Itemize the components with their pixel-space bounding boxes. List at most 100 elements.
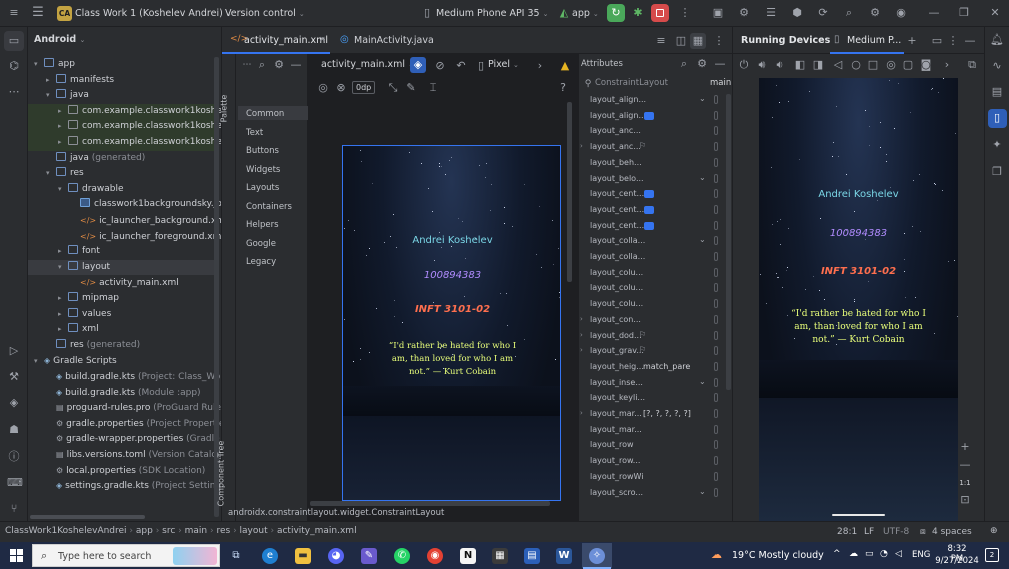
account-icon[interactable]: ◉ [894, 6, 908, 20]
attribute-resource-picker[interactable] [714, 220, 718, 230]
chevron-right-icon[interactable]: ▸ [46, 73, 56, 89]
chevron-right-icon[interactable]: ▸ [58, 291, 68, 307]
tab-more-icon[interactable]: ⋮ [712, 34, 726, 48]
device-tab[interactable]: ▯ Medium P... [830, 27, 904, 54]
tree-item[interactable]: ▤ libs.versions.toml (Version Catalog [28, 447, 221, 463]
flag-icon[interactable]: ⚐ [639, 141, 646, 150]
input-language[interactable]: ENG [912, 550, 930, 560]
notion-icon[interactable]: N [460, 548, 476, 564]
code-view-icon[interactable]: ≡ [654, 34, 668, 48]
tree-item[interactable]: ▸ com.example.classwork1koshelev [28, 135, 221, 151]
hidden-icons-chevron-icon[interactable]: ^ [833, 549, 841, 559]
tree-item[interactable]: ▸ com.example.classwork1koshelev [28, 119, 221, 135]
design-surface-button[interactable]: ◈ [410, 57, 426, 73]
blueprint-icon[interactable]: ⊘ [433, 59, 447, 73]
more-actions-icon[interactable]: ⋮ [678, 6, 692, 20]
attributes-settings-icon[interactable]: ⚙ [695, 57, 709, 71]
attributes-scrollbar[interactable] [726, 94, 731, 390]
tree-item[interactable]: ◈ settings.gradle.kts (Project Settings [28, 478, 221, 494]
breadcrumb-segment[interactable]: layout [240, 526, 268, 536]
caret-position[interactable]: 28:1 [837, 527, 857, 537]
chevron-down-icon[interactable]: ▾ [46, 88, 56, 104]
attribute-resource-picker[interactable] [714, 330, 718, 340]
emulator-screen[interactable]: Andrei Koshelev 100894383 INFT 3101-02 “… [759, 78, 958, 521]
tab-close-icon[interactable]: ✕ [319, 35, 326, 44]
device-mirror-icon[interactable]: ❐ [990, 165, 1004, 179]
attribute-resource-picker[interactable] [714, 283, 718, 293]
attribute-resource-picker[interactable] [714, 142, 718, 152]
attribute-resource-picker[interactable] [714, 173, 718, 183]
chevron-right-icon[interactable]: ▸ [58, 244, 68, 260]
palette-category[interactable]: Legacy [246, 257, 276, 267]
canvas-hscrollbar[interactable] [310, 501, 550, 506]
settings-gear-icon[interactable]: ⚙ [868, 6, 882, 20]
design-view-button[interactable]: ▦ [690, 33, 706, 49]
palette-settings-icon[interactable]: ⚙ [272, 58, 286, 72]
attribute-checkbox-checked[interactable] [644, 190, 654, 199]
whatsapp-icon[interactable]: ✆ [394, 548, 410, 564]
chevron-right-icon[interactable]: › [580, 331, 583, 339]
breadcrumb-segment[interactable]: res [216, 526, 230, 536]
windows-menu-icon[interactable]: ≡ [7, 6, 21, 20]
camera-icon[interactable]: ◙ [919, 58, 933, 72]
attribute-resource-picker[interactable] [714, 424, 718, 434]
screenshot-icon[interactable]: ▢ [901, 58, 915, 72]
gemini-icon[interactable]: ✦ [990, 138, 1004, 152]
tab-activity-main[interactable]: </> activity_main.xml ✕ [222, 27, 330, 54]
logcat-tool-icon[interactable]: ☗ [7, 423, 21, 437]
pen-app-icon[interactable]: ✎ [361, 548, 377, 564]
snapshot-icon[interactable]: ◎ [884, 58, 898, 72]
tree-item[interactable]: ⚙gradle-wrapper.properties (Gradle V [28, 431, 221, 447]
attribute-resource-picker[interactable] [714, 126, 718, 136]
orientation-icon[interactable]: ↶ [454, 59, 468, 73]
chevron-right-icon[interactable]: ▸ [58, 104, 68, 120]
attribute-resource-picker[interactable] [714, 377, 718, 387]
add-device-icon[interactable]: + [905, 34, 919, 48]
tree-item[interactable]: java (generated) [28, 151, 214, 167]
tree-item[interactable]: ▸ manifests [28, 73, 214, 89]
attribute-resource-picker[interactable] [714, 471, 718, 481]
component-breadcrumb[interactable]: androidx.constraintlayout.widget.Constra… [228, 508, 444, 518]
chevron-right-icon[interactable]: ▸ [58, 135, 68, 151]
attribute-resource-picker[interactable] [714, 110, 718, 120]
chevron-down-icon[interactable]: ▾ [34, 57, 44, 73]
attributes-search-icon[interactable]: ⌕ [677, 57, 691, 71]
breadcrumb-segment[interactable]: activity_main.xml [277, 526, 357, 536]
home-icon[interactable]: ○ [849, 58, 863, 72]
chevron-down-icon[interactable]: ▾ [58, 260, 68, 276]
tab-main-activity[interactable]: ◎ MainActivity.java [330, 27, 445, 54]
taskbar-search-box[interactable]: ⌕ Type here to search [32, 544, 220, 567]
chevron-right-icon[interactable]: › [580, 315, 583, 323]
palette-category[interactable]: Layouts [246, 183, 279, 193]
palette-category[interactable]: Buttons [246, 146, 279, 156]
tree-item[interactable]: ▾ ◈ Gradle Scripts [28, 353, 214, 369]
tree-item[interactable]: ⚙ gradle.properties (Project Properties [28, 416, 221, 432]
tree-item[interactable]: ▤ proguard-rules.pro (ProGuard Rules [28, 400, 221, 416]
split-view-icon[interactable]: ◫ [674, 34, 688, 48]
chevron-right-icon[interactable]: › [580, 142, 583, 150]
guidelines-icon[interactable]: ⌶ [426, 81, 440, 95]
attribute-resource-picker[interactable] [714, 456, 718, 466]
zoom-level[interactable]: 1:1 [958, 479, 972, 487]
attribute-resource-picker[interactable] [714, 409, 718, 418]
problems-icon[interactable]: ⓘ [7, 450, 21, 464]
running-devices-tool-button[interactable]: ▯ [988, 109, 1007, 128]
chevron-right-icon[interactable]: › [533, 59, 547, 73]
tree-item[interactable]: ▸ font [28, 244, 214, 260]
tree-item[interactable]: ▸ xml [28, 322, 214, 338]
indent-setting[interactable]: 4 spaces [932, 527, 972, 537]
infer-constraints-icon[interactable]: ✎ [404, 81, 418, 95]
extended-controls-icon[interactable]: ⧉ [965, 58, 979, 72]
app-inspection-icon[interactable]: ◈ [7, 396, 21, 410]
tree-item[interactable]: </> activity_main.xml [28, 275, 214, 291]
tree-item[interactable]: ▸ com.example.classwork1koshelev [28, 103, 221, 120]
device-selector[interactable]: Medium Phone API 35 ⌄ [436, 5, 549, 22]
attribute-resource-picker[interactable] [714, 95, 718, 104]
rotate-right-icon[interactable]: ◨ [811, 58, 825, 72]
attribute-checkbox-checked[interactable] [644, 111, 654, 120]
word-icon[interactable]: W [556, 548, 572, 564]
wifi-icon[interactable]: ◔ [880, 549, 888, 559]
attribute-checkbox-checked[interactable] [644, 221, 654, 230]
chevron-down-icon[interactable]: ⌄ [699, 94, 706, 103]
run-config-selector[interactable]: app ⌄ [572, 5, 599, 22]
